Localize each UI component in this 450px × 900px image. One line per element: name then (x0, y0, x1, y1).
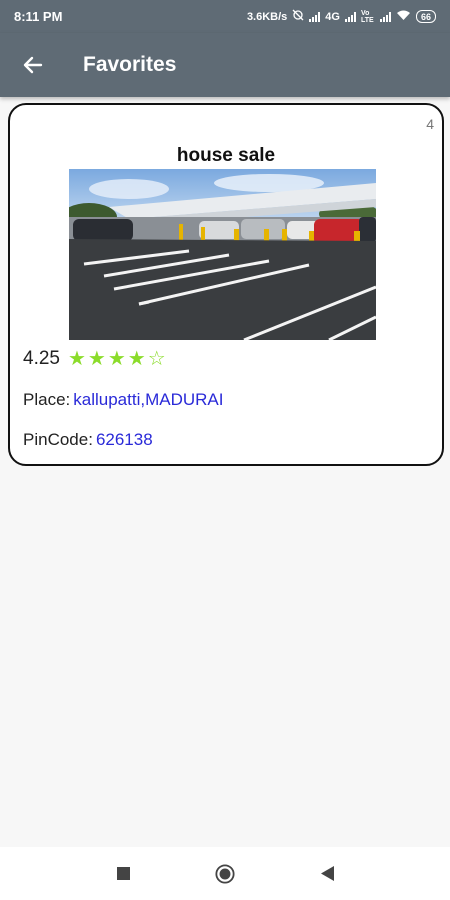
place-row: Place: kallupatti,MADURAI (23, 390, 223, 410)
battery-level: 66 (420, 11, 431, 22)
arrow-left-icon (23, 56, 43, 74)
network-speed: 3.6KB/s (246, 10, 288, 23)
pincode-label: PinCode: (23, 430, 93, 449)
star-filled-icon: ★ (127, 348, 146, 370)
place-label: Place: (23, 390, 71, 409)
circle-icon (215, 863, 235, 884)
page-title: Favorites (83, 53, 177, 76)
volte-label: Vo LTE (360, 9, 374, 24)
favorite-card[interactable]: 4 house sale 4.25 ★ ★ ★ ★ ☆ Place: kallu… (8, 103, 444, 466)
back-button[interactable] (0, 33, 66, 97)
back-nav-button[interactable] (317, 864, 337, 884)
home-button[interactable] (215, 863, 235, 884)
signal-icon-2 (344, 11, 356, 22)
place-value: kallupatti,MADURAI (73, 390, 224, 409)
star-empty-icon: ☆ (147, 348, 166, 370)
recents-button[interactable] (113, 864, 133, 884)
system-nav-bar (0, 847, 450, 900)
star-filled-icon: ★ (67, 348, 86, 370)
card-title: house sale (176, 145, 276, 166)
star-rating: ★ ★ ★ ★ ☆ (68, 349, 166, 369)
star-filled-icon: ★ (87, 348, 106, 370)
battery-icon: 66 (415, 10, 436, 23)
rating-row: 4.25 ★ ★ ★ ★ ☆ (23, 348, 166, 370)
rating-value: 4.25 (23, 348, 60, 369)
parking-lot-photo (69, 169, 376, 340)
app-bar: Favorites (0, 33, 450, 97)
square-icon (116, 867, 130, 880)
status-time: 8:11 PM (14, 9, 63, 24)
signal-icon-3 (379, 11, 391, 22)
signal-icon (309, 11, 321, 22)
item-count: 4 (426, 116, 434, 132)
network-type: 4G (325, 10, 340, 23)
pincode-row: PinCode: 626138 (23, 430, 153, 450)
pincode-value: 626138 (95, 430, 153, 449)
triangle-back-icon (320, 866, 334, 881)
status-icons: 3.6KB/s 4G Vo LTE 66 (247, 9, 436, 24)
star-filled-icon: ★ (107, 348, 126, 370)
status-bar: 8:11 PM 3.6KB/s 4G Vo LTE 66 (0, 0, 450, 33)
wifi-icon (396, 9, 411, 24)
sync-off-icon (292, 9, 304, 24)
